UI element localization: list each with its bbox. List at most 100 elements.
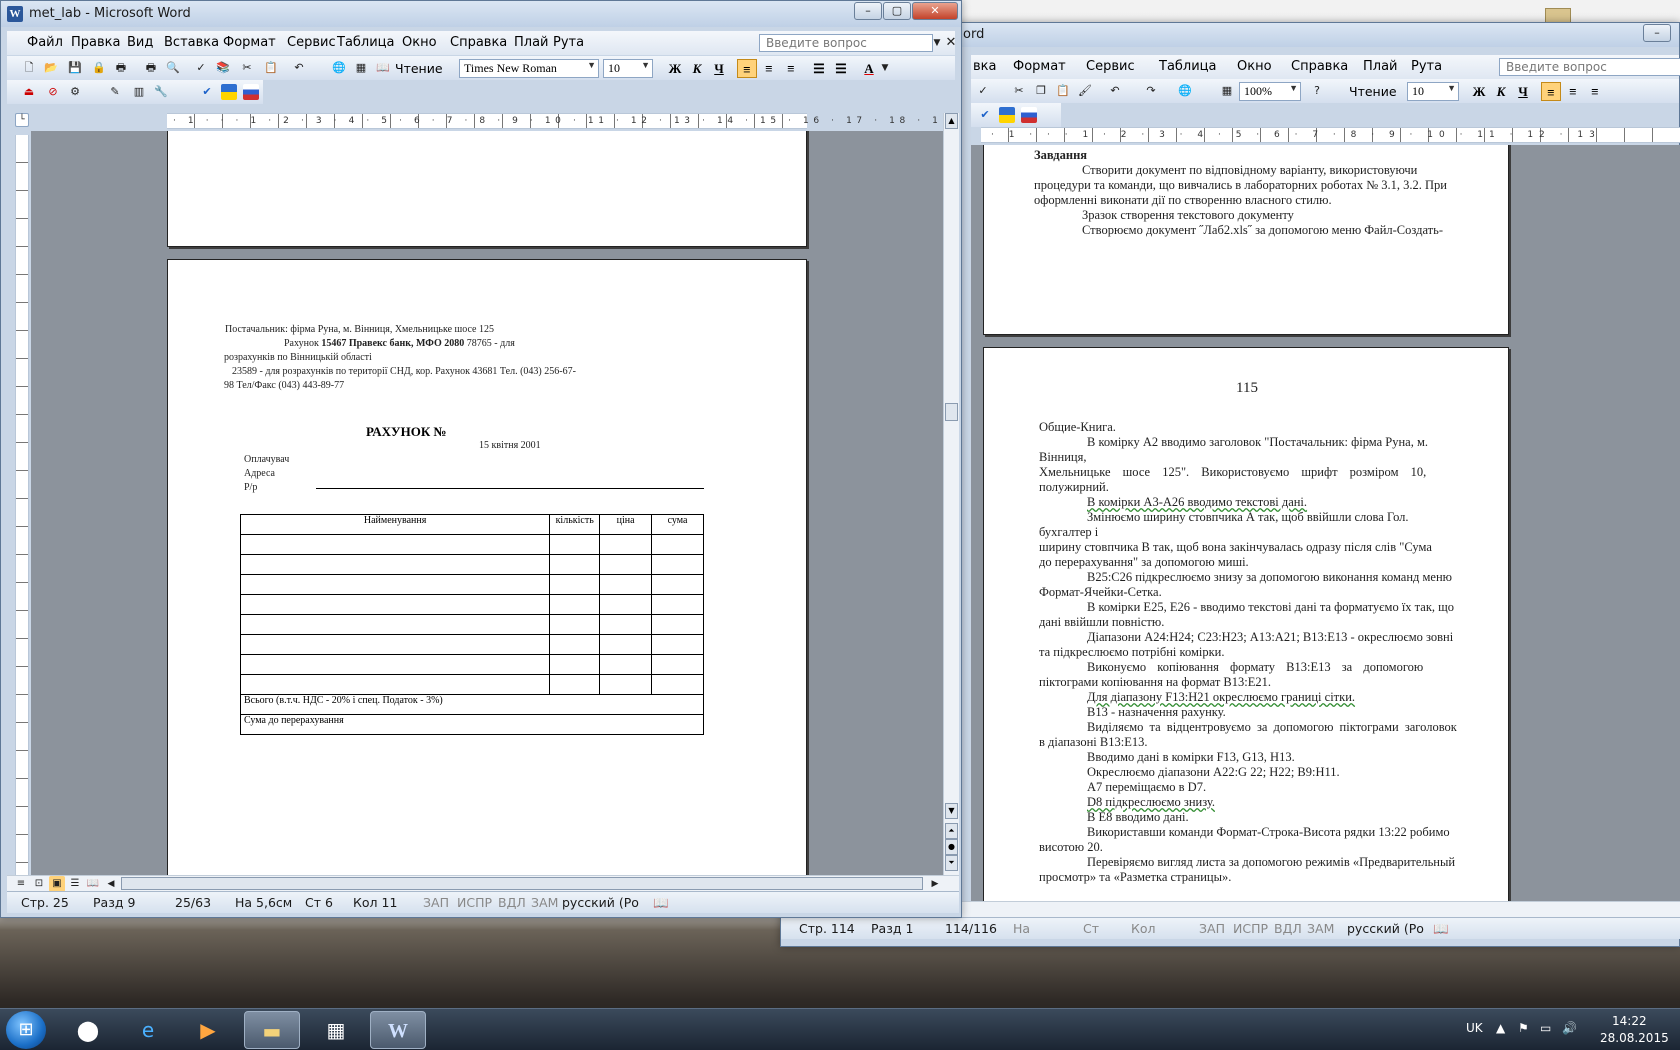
menu-table[interactable]: Таблица <box>337 35 395 50</box>
start-button[interactable]: ⊞ <box>6 1011 46 1049</box>
font-color-button[interactable]: А <box>859 59 879 78</box>
scroll-left-arrow[interactable]: ◀ <box>103 876 119 892</box>
reading-button[interactable]: Чтение <box>395 61 443 76</box>
table-cell[interactable] <box>549 554 601 575</box>
explorer-taskbar-button[interactable]: ▬ <box>244 1011 300 1049</box>
tray-language[interactable]: UK <box>1466 1021 1483 1035</box>
menu-insert[interactable]: Вставка <box>164 35 219 50</box>
right-underline-button[interactable]: Ч <box>1513 82 1533 101</box>
italic-button[interactable]: К <box>687 59 707 78</box>
right-redo-icon[interactable]: ↷ <box>1143 83 1159 99</box>
status-rec[interactable]: ЗАП <box>423 895 449 910</box>
right-bold-button[interactable]: Ж <box>1469 82 1489 101</box>
table-cell[interactable] <box>599 654 653 675</box>
right-menu-insert[interactable]: вка <box>973 59 996 74</box>
open-icon[interactable]: 📂 <box>43 60 59 76</box>
left-horizontal-ruler[interactable]: · 1 · · · 1 · 2 · 3 · 4 · 5 · 6 · 7 · 8 … <box>167 113 948 129</box>
table-cell[interactable] <box>651 654 704 675</box>
word-taskbar-button[interactable]: W <box>370 1011 426 1049</box>
status-ovr[interactable]: ЗАМ <box>531 895 558 910</box>
tray-network-icon[interactable]: ⚑ <box>1518 1021 1529 1035</box>
font-size-box[interactable]: 10 ▼ <box>603 59 653 78</box>
table-cell[interactable] <box>651 594 704 615</box>
right-help-search[interactable]: Введите вопрос <box>1499 58 1680 76</box>
right-help-icon[interactable]: ? <box>1309 83 1325 99</box>
total-cell[interactable]: Всього (в.т.ч. НДС - 20% і спец. Податок… <box>240 694 704 715</box>
research-icon[interactable]: 📚 <box>215 60 231 76</box>
left-horizontal-scrollbar[interactable]: ≡ ⊡ ▣ ☰ 📖 ◀ ▶ <box>7 875 959 892</box>
table-cell[interactable] <box>599 554 653 575</box>
table-cell[interactable] <box>549 574 601 595</box>
tab-selector-icon[interactable]: └ <box>15 113 29 127</box>
table-cell[interactable] <box>599 534 653 555</box>
right-zoom-box[interactable]: 100% ▼ <box>1239 82 1301 101</box>
right-hyperlink-icon[interactable]: 🌐 <box>1177 83 1193 99</box>
right-status-ovr[interactable]: ЗАМ <box>1307 921 1334 936</box>
left-minimize-button[interactable]: – <box>854 2 882 20</box>
scroll-right-arrow[interactable]: ▶ <box>927 876 943 892</box>
right-menu-ruta[interactable]: Рута <box>1411 59 1442 74</box>
right-spelling-status-icon[interactable]: 📖 <box>1433 921 1449 937</box>
align-center-button[interactable]: ≡ <box>759 59 779 78</box>
right-table-icon[interactable]: ▦ <box>1219 83 1235 99</box>
save-icon[interactable]: 💾 <box>67 60 83 76</box>
menu-tools[interactable]: Сервис <box>287 35 336 50</box>
right-menu-format[interactable]: Формат <box>1013 59 1066 74</box>
ukraine-flag-icon[interactable] <box>221 84 237 100</box>
calculator-taskbar-button[interactable]: ▦ <box>308 1011 364 1049</box>
status-trk[interactable]: ИСПР <box>457 895 492 910</box>
pdf-icon[interactable]: ⏏ <box>21 84 37 100</box>
table-cell[interactable] <box>651 614 704 635</box>
align-left-button[interactable]: ≡ <box>737 59 757 78</box>
table-cell[interactable] <box>651 534 704 555</box>
menu-ruta[interactable]: Рута <box>553 35 584 50</box>
right-italic-button[interactable]: К <box>1491 82 1511 101</box>
word-app-icon[interactable]: W <box>7 6 23 22</box>
next-page-icon[interactable]: ⏷ <box>945 855 958 871</box>
right-minimize-button[interactable]: – <box>1643 24 1671 42</box>
table-cell[interactable] <box>549 634 601 655</box>
right-menu-help[interactable]: Справка <box>1291 59 1348 74</box>
right-spell-icon[interactable]: ✓ <box>975 83 991 99</box>
right-undo-icon[interactable]: ↶ <box>1107 83 1123 99</box>
tray-expand-icon[interactable]: ▲ <box>1496 1021 1505 1035</box>
status-ext[interactable]: ВДЛ <box>498 895 526 910</box>
reading-icon[interactable]: 📖 <box>375 60 391 76</box>
right-horizontal-ruler[interactable]: · 1 · · · 1 · 2 · 3 · 4 · 5 · 6 · 7 · 8 … <box>981 127 1680 143</box>
table-cell[interactable] <box>239 534 551 555</box>
table-cell[interactable] <box>599 574 653 595</box>
right-format-painter-icon[interactable]: 🖌 <box>1077 83 1093 99</box>
table-cell[interactable] <box>599 674 653 695</box>
macro-icon[interactable]: ✎ <box>107 84 123 100</box>
reading-view-icon[interactable]: 📖 <box>85 876 101 892</box>
left-close-button[interactable]: ✕ <box>912 2 958 20</box>
left-maximize-button[interactable]: ▢ <box>883 2 911 20</box>
status-language[interactable]: русский (Ро <box>562 895 639 910</box>
table-cell[interactable] <box>651 554 704 575</box>
numbering-button[interactable]: ☰ <box>809 59 829 78</box>
paste-icon[interactable]: 📋 <box>263 60 279 76</box>
scroll-down-arrow[interactable]: ▼ <box>945 803 958 819</box>
undo-icon[interactable]: ↶ <box>291 60 307 76</box>
table-cell[interactable] <box>239 554 551 575</box>
table-cell[interactable] <box>239 654 551 675</box>
left-vertical-scrollbar[interactable]: ▲ ▼ ⏶ ● ⏷ <box>943 113 959 875</box>
normal-view-icon[interactable]: ≡ <box>13 876 29 892</box>
bullets-button[interactable]: ☰ <box>831 59 851 78</box>
tray-volume-icon[interactable]: 🔊 <box>1562 1021 1577 1035</box>
menu-help[interactable]: Справка <box>450 35 507 50</box>
right-copy-icon[interactable]: ❐ <box>1033 83 1049 99</box>
table-cell[interactable] <box>651 574 704 595</box>
align-right-button[interactable]: ≡ <box>781 59 801 78</box>
table-cell[interactable] <box>549 654 601 675</box>
print-preview2-icon[interactable]: 🔍 <box>165 60 181 76</box>
previous-page-icon[interactable]: ⏶ <box>945 823 958 839</box>
h-scroll-thumb[interactable] <box>121 877 923 890</box>
menu-format[interactable]: Формат <box>223 35 276 50</box>
right-menu-window[interactable]: Окно <box>1237 59 1272 74</box>
check-icon[interactable]: ✔ <box>199 84 215 100</box>
gear-icon[interactable]: ⚙ <box>67 84 83 100</box>
scroll-thumb[interactable] <box>945 403 958 421</box>
table-cell[interactable] <box>599 614 653 635</box>
table-cell[interactable] <box>549 594 601 615</box>
